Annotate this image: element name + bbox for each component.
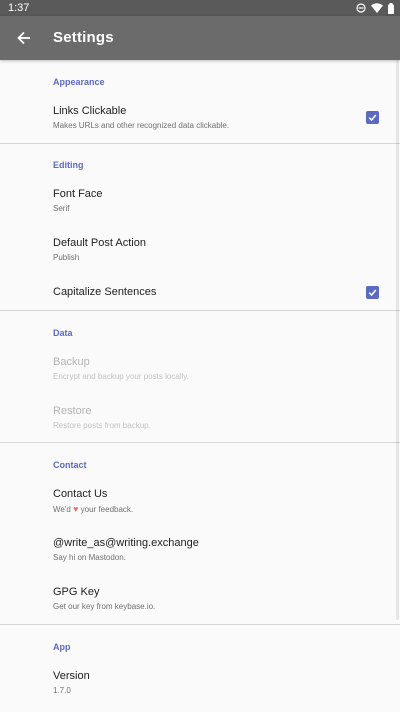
pref-title: Backup <box>53 356 90 368</box>
pref-font-face[interactable]: Font Face Serif <box>0 181 400 225</box>
section-header-data: Data <box>53 328 73 338</box>
status-time: 1:37 <box>8 2 30 14</box>
checkmark-icon <box>368 114 377 122</box>
pref-title: Version <box>53 670 90 682</box>
status-icons <box>356 2 394 14</box>
pref-title: Capitalize Sentences <box>53 286 157 298</box>
section-divider <box>0 624 400 625</box>
battery-icon <box>388 2 394 14</box>
pref-title: Contact Us <box>53 488 108 500</box>
page-title: Settings <box>53 29 114 46</box>
pref-links-clickable[interactable]: Links Clickable Makes URLs and other rec… <box>0 98 400 140</box>
section-header-appearance: Appearance <box>53 77 105 87</box>
section-header-app: App <box>53 642 71 652</box>
checkmark-icon <box>368 289 377 297</box>
capitalize-sentences-checkbox[interactable] <box>366 286 379 299</box>
wifi-icon <box>371 3 383 13</box>
pref-title: Links Clickable <box>53 105 127 117</box>
section-divider <box>0 310 400 311</box>
pref-title: Default Post Action <box>53 237 146 249</box>
back-button[interactable] <box>12 26 36 50</box>
pref-title: GPG Key <box>53 586 100 598</box>
do-not-disturb-icon <box>356 3 366 13</box>
pref-capitalize-sentences[interactable]: Capitalize Sentences <box>0 279 400 307</box>
pref-summary: 1.7.0 <box>53 686 71 695</box>
pref-summary: Serif <box>53 204 70 213</box>
pref-restore: Restore Restore posts from backup. <box>0 398 400 442</box>
status-bar: 1:37 <box>0 0 400 16</box>
pref-backup: Backup Encrypt and backup your posts loc… <box>0 349 400 393</box>
app-bar: Settings <box>0 16 400 60</box>
pref-mastodon[interactable]: @write_as@writing.exchange Say hi on Mas… <box>0 530 400 574</box>
pref-summary: Encrypt and backup your posts locally. <box>53 372 189 381</box>
links-clickable-checkbox[interactable] <box>366 111 379 124</box>
pref-summary: Restore posts from backup. <box>53 421 151 430</box>
pref-summary: Get our key from keybase.io. <box>53 602 156 611</box>
pref-default-post-action[interactable]: Default Post Action Publish <box>0 230 400 274</box>
section-header-editing: Editing <box>53 160 84 170</box>
arrow-back-icon <box>17 31 30 45</box>
scrollbar[interactable] <box>396 60 399 620</box>
pref-gpg-key[interactable]: GPG Key Get our key from keybase.io. <box>0 579 400 623</box>
section-divider <box>0 143 400 144</box>
summary-text: We'd <box>53 505 71 514</box>
pref-summary: Say hi on Mastodon. <box>53 553 126 562</box>
pref-title: Font Face <box>53 188 103 200</box>
pref-summary: Makes URLs and other recognized data cli… <box>53 121 230 130</box>
pref-summary: Publish <box>53 253 80 262</box>
pref-title: @write_as@writing.exchange <box>53 537 199 549</box>
heart-icon: ♥ <box>73 504 79 514</box>
pref-contact-us[interactable]: Contact Us We'd ♥ your feedback. <box>0 481 400 525</box>
pref-version[interactable]: Version 1.7.0 <box>0 663 400 707</box>
pref-summary: We'd ♥ your feedback. <box>53 504 133 514</box>
section-divider <box>0 442 400 443</box>
summary-text: your feedback. <box>80 505 134 514</box>
pref-title: Restore <box>53 405 92 417</box>
section-header-contact: Contact <box>53 460 87 470</box>
